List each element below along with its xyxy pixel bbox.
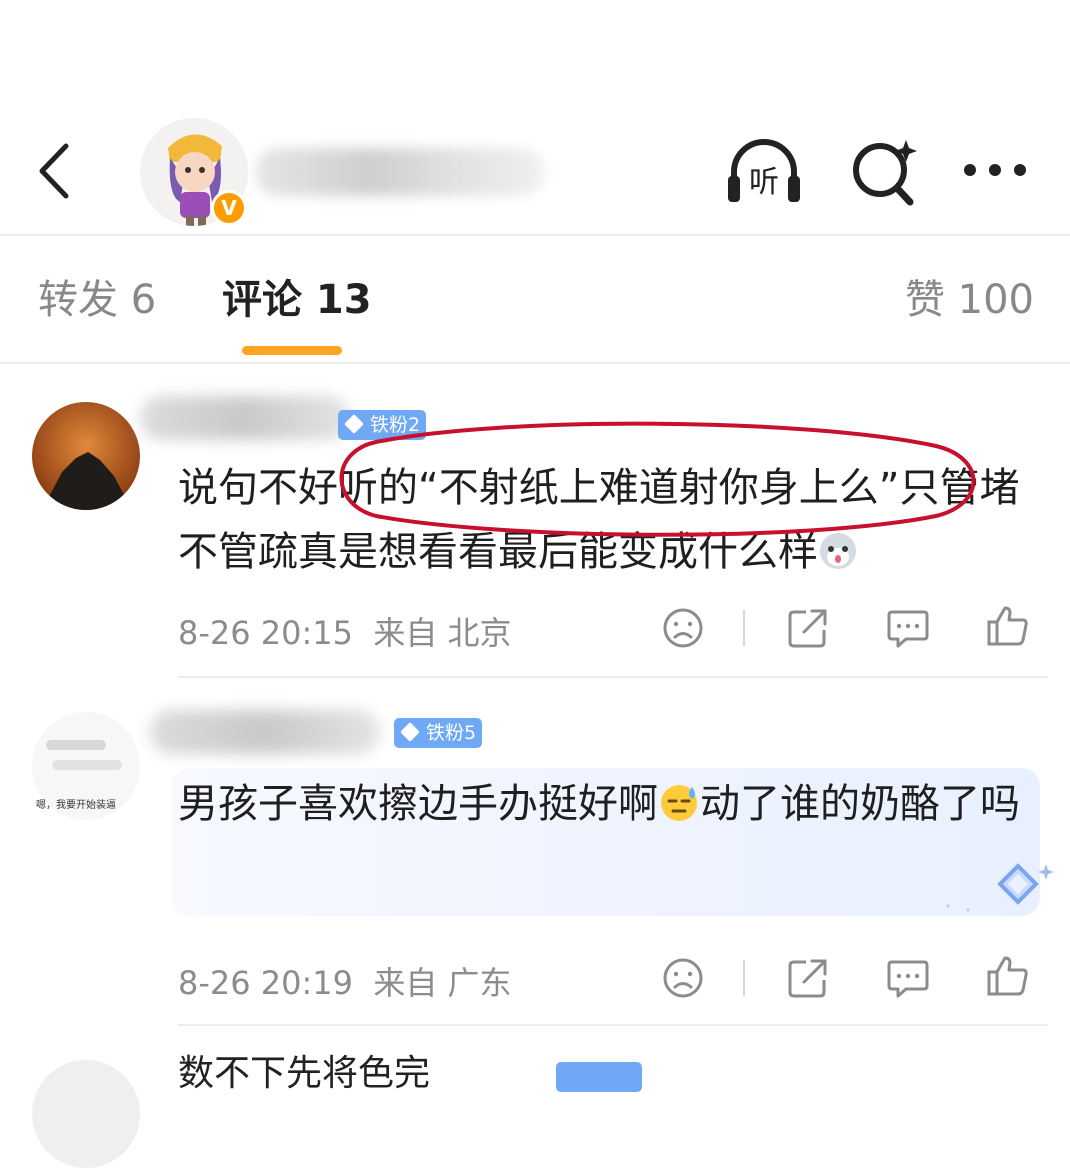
- comment-location: 来自 北京: [373, 614, 512, 652]
- quoted-text: “不射纸上难道射你身上么”: [418, 465, 900, 511]
- verified-badge: V: [211, 190, 247, 226]
- header-divider: [0, 234, 1070, 236]
- diamond-sparkle-icon: [946, 863, 1054, 912]
- tab-repost[interactable]: 转发 6: [38, 272, 156, 328]
- comment-text: 说句不好听的“不射纸上难道射你身上么”只管堵不管疏真是想看看最后能变成什么样: [178, 465, 1020, 575]
- tabs-divider: [0, 362, 1070, 364]
- tab-comments[interactable]: 评论 13: [222, 272, 372, 328]
- blurred-username: [255, 148, 545, 196]
- comment-time: 8-26 20:19: [178, 964, 354, 1002]
- comment-divider: [178, 676, 1048, 678]
- next-comment-text: 数不下先将色完: [178, 1053, 431, 1094]
- thumbs-up-icon: [987, 606, 1028, 646]
- reply-button[interactable]: [886, 956, 930, 1000]
- comment-text: 男孩子喜欢擦边手办挺好啊 动了谁的奶酪了吗: [178, 772, 1028, 836]
- dislike-button[interactable]: [661, 956, 705, 1000]
- comment-location: 来自 广东: [373, 964, 512, 1002]
- action-separator: [743, 610, 745, 646]
- share-arrow-icon: [788, 609, 827, 648]
- fan-level-badge: 铁粉5: [394, 718, 483, 748]
- blurred-commenter-name: [150, 710, 380, 754]
- like-button[interactable]: [986, 604, 1030, 648]
- sunset-silhouette-avatar: [32, 402, 140, 510]
- reply-button[interactable]: [886, 606, 930, 650]
- diamond-icon: [400, 722, 420, 742]
- more-dots-icon: [964, 164, 1026, 176]
- tab-likes[interactable]: 赞 100: [905, 272, 1034, 328]
- commenter-avatar[interactable]: [32, 402, 140, 510]
- chat-bubble-icon: [887, 960, 929, 998]
- active-tab-indicator: [242, 346, 342, 355]
- svg-text:听: 听: [749, 165, 779, 200]
- commenter-avatar[interactable]: [32, 1060, 140, 1168]
- listen-button[interactable]: 听: [722, 132, 806, 208]
- comment-meta: 8-26 20:19 来自 广东: [178, 958, 512, 1004]
- search-button[interactable]: [846, 132, 930, 208]
- fan-level-badge: [556, 1062, 642, 1092]
- comment-divider: [178, 1024, 1048, 1026]
- frown-face-icon: [663, 608, 703, 648]
- dislike-button[interactable]: [661, 606, 705, 650]
- back-chevron-icon: [39, 143, 69, 199]
- frown-face-icon: [663, 958, 703, 998]
- share-button[interactable]: [786, 956, 830, 1000]
- back-button[interactable]: [30, 138, 90, 204]
- sweat-emoji-icon: [658, 778, 700, 821]
- diamond-icon: [344, 414, 364, 434]
- share-arrow-icon: [788, 959, 827, 998]
- comment-time: 8-26 20:15: [178, 614, 354, 652]
- share-button[interactable]: [786, 606, 830, 650]
- fan-level-badge: 铁粉2: [338, 410, 427, 440]
- headphones-listen-icon: 听: [728, 139, 800, 202]
- like-button[interactable]: [986, 954, 1030, 998]
- husky-emoji-icon: [818, 526, 858, 569]
- more-button[interactable]: [956, 132, 1040, 208]
- comment-meta: 8-26 20:15 来自 北京: [178, 608, 512, 654]
- blurred-commenter-name: [140, 396, 350, 440]
- avatar-caption: 嗯，我要开始装逼: [36, 800, 116, 811]
- chat-bubble-icon: [887, 610, 929, 648]
- search-sparkle-icon: [853, 140, 917, 206]
- thumbs-up-icon: [987, 956, 1028, 996]
- action-separator: [743, 960, 745, 996]
